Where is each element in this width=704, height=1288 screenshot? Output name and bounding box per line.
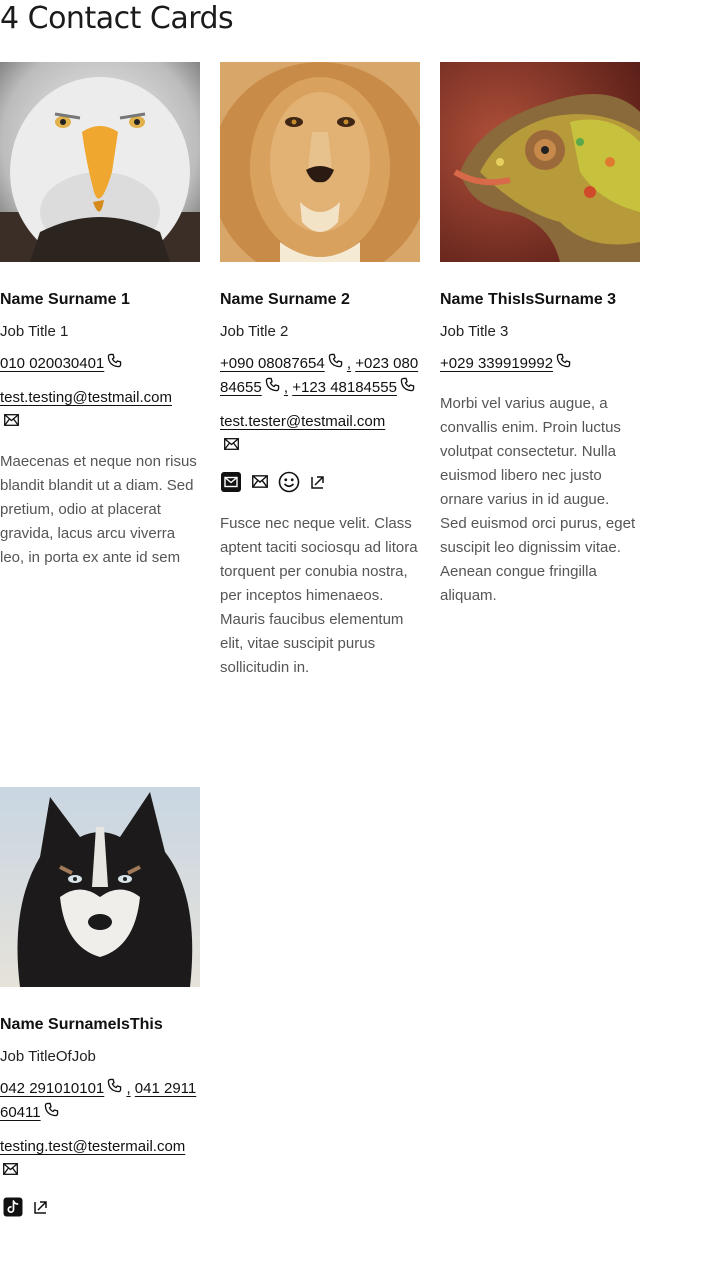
phone-link[interactable]: +029 339919992 (440, 355, 553, 372)
mail-icon (4, 410, 19, 434)
phone-icon (265, 376, 280, 400)
phone-separator: , (126, 1080, 131, 1097)
description: Maecenas et neque non risus blandit blan… (0, 453, 197, 567)
email-line: test.tester@testmail.com (220, 410, 420, 458)
phone-link[interactable]: +123 48184555 (292, 379, 397, 396)
lion-photo (220, 62, 420, 262)
job-title: Job Title 2 (220, 323, 289, 340)
contact-name: Name SurnameIsThis (0, 1016, 163, 1033)
phone-icon (107, 352, 122, 376)
phone-link[interactable]: 010 020030401 (0, 355, 104, 372)
social-links (220, 471, 420, 498)
external-link-icon[interactable] (310, 474, 326, 495)
mail-icon (3, 1159, 18, 1183)
phone-list: +090 08087654 , +023 08084655 , +123 481… (220, 352, 420, 400)
phone-link[interactable]: +090 08087654 (220, 355, 325, 372)
job-title: Job Title 1 (0, 323, 69, 340)
contact-name: Name Surname 2 (220, 291, 350, 308)
contact-name: Name Surname 1 (0, 291, 130, 308)
social-links (0, 1197, 200, 1221)
phone-icon (107, 1077, 122, 1101)
email-link[interactable]: testing.test@testermail.com (0, 1138, 185, 1155)
description: Fusce nec neque velit. Class aptent taci… (220, 515, 418, 677)
eagle-photo (0, 62, 200, 262)
email-box-icon[interactable] (220, 471, 242, 498)
contact-card-3: Name ThisIsSurname 3 Job Title 3 +029 33… (440, 62, 640, 608)
email-line: test.testing@testmail.com (0, 386, 200, 434)
phone-icon (44, 1101, 59, 1125)
contact-card-4: Name SurnameIsThis Job TitleOfJob 042 29… (0, 787, 200, 1221)
email-link[interactable]: test.testing@testmail.com (0, 389, 172, 406)
job-title: Job Title 3 (440, 323, 509, 340)
phone-icon (556, 352, 571, 376)
smiley-icon[interactable] (278, 471, 300, 498)
job-title: Job TitleOfJob (0, 1048, 96, 1065)
mail-icon (224, 434, 239, 458)
contact-name: Name ThisIsSurname 3 (440, 291, 617, 308)
contact-card-2: Name Surname 2 Job Title 2 +090 08087654… (220, 62, 420, 680)
page-title: 4 Contact Cards (0, 1, 234, 36)
phone-list: 042 291010101 , 041 291160411 (0, 1077, 200, 1125)
phone-icon (400, 376, 415, 400)
contact-card-1: Name Surname 1 Job Title 1 010 020030401… (0, 62, 200, 570)
mail-icon[interactable] (252, 475, 268, 493)
phone-link[interactable]: 042 291010101 (0, 1080, 104, 1097)
email-link[interactable]: test.tester@testmail.com (220, 413, 385, 430)
description: Morbi vel varius augue, a convallis enim… (440, 395, 636, 605)
phone-icon (328, 352, 343, 376)
email-line: testing.test@testermail.com (0, 1135, 200, 1183)
phone-list: +029 339919992 (440, 352, 640, 376)
chameleon-photo (440, 62, 640, 262)
phone-list: 010 020030401 (0, 352, 200, 376)
tiktok-icon[interactable] (3, 1197, 23, 1222)
husky-photo (0, 787, 200, 987)
external-link-icon[interactable] (33, 1199, 49, 1220)
